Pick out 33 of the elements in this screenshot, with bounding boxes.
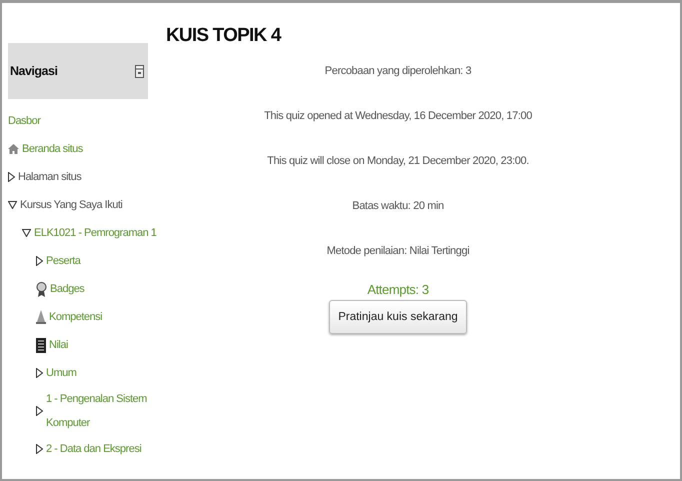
quiz-info-text: Batas waktu: 20 min: [352, 200, 444, 212]
expanded-triangle-icon[interactable]: [22, 229, 31, 237]
nav-link[interactable]: Dasbor: [8, 109, 40, 133]
expanded-triangle-icon[interactable]: [8, 201, 17, 209]
preview-quiz-button[interactable]: Pratinjau kuis sekarang: [329, 300, 467, 334]
tree-node[interactable]: Kursus Yang Saya Ikuti: [20, 193, 122, 217]
quiz-info-text: This quiz will close on Monday, 21 December 2020, 23:00.: [267, 155, 529, 167]
quiz-info-text: This quiz opened at Wednesday, 16 December 2020, 17:00: [264, 110, 532, 122]
collapse-icon[interactable]: [135, 64, 144, 78]
tree-node[interactable]: Halaman situs: [18, 165, 82, 189]
nav-link[interactable]: Kompetensi: [49, 305, 102, 329]
collapsed-triangle-icon[interactable]: [36, 368, 43, 378]
collapsed-triangle-icon[interactable]: [8, 172, 15, 182]
panel-title: Navigasi: [10, 64, 58, 78]
collapsed-triangle-icon[interactable]: [36, 256, 43, 266]
nav-link[interactable]: Badges: [50, 277, 84, 301]
quiz-info-text: Percobaan yang diperolehkan: 3: [324, 65, 472, 77]
nav-link[interactable]: Nilai: [49, 333, 68, 357]
table-icon: [36, 338, 46, 352]
collapsed-triangle-icon[interactable]: [36, 444, 43, 454]
page-title: KUIS TOPIK 4: [166, 25, 282, 47]
attempts-link[interactable]: Attempts: 3: [367, 282, 429, 297]
cone-icon: [36, 310, 46, 324]
nav-link[interactable]: ELK1021 - Pemrograman 1: [34, 221, 156, 245]
nav-link[interactable]: 2 - Data dan Ekspresi: [46, 437, 142, 461]
nav-link[interactable]: Peserta: [46, 249, 80, 273]
collapsed-triangle-icon[interactable]: [36, 406, 43, 416]
nav-link[interactable]: Umum: [46, 361, 76, 385]
house-icon: [8, 144, 19, 154]
nav-link[interactable]: 1 - Pengenalan Sistem Komputer: [46, 387, 148, 435]
quiz-info-text: Metode penilaian: Nilai Tertinggi: [326, 245, 470, 257]
nav-link[interactable]: Beranda situs: [22, 137, 83, 161]
trophy-icon: [36, 282, 47, 296]
